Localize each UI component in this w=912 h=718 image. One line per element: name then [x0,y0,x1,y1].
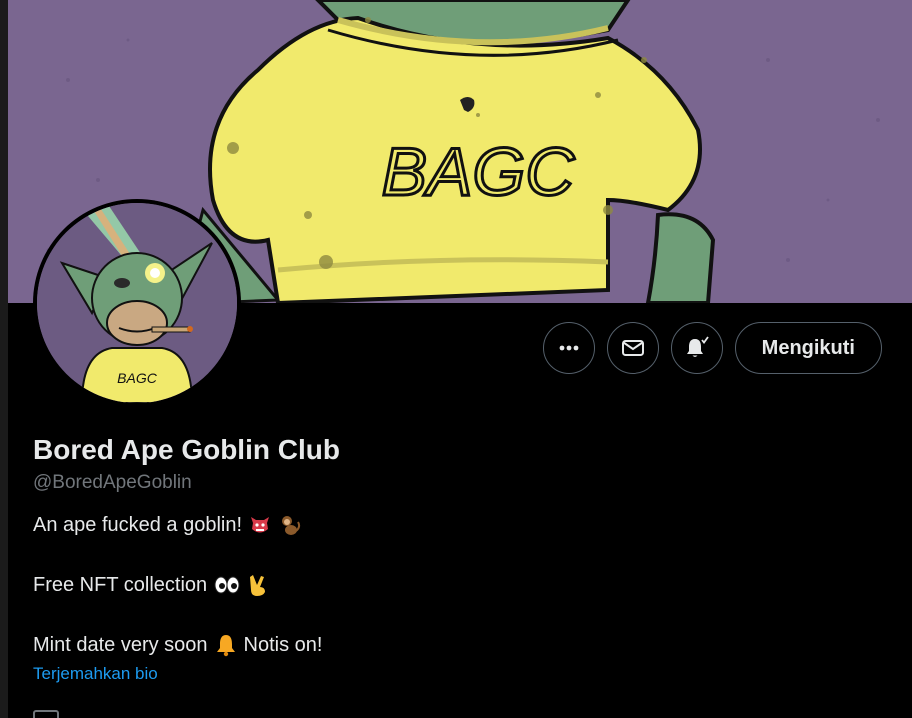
notifications-button[interactable] [670,322,723,374]
display-name: Bored Ape Goblin Club [33,434,340,465]
goblin-emoji-icon [248,513,272,537]
profile-actions: Mengikuti [542,322,882,374]
banner-shirt-text: BAGC [382,134,576,210]
window-edge [0,0,8,718]
avatar[interactable]: BAGC [33,199,241,407]
following-button[interactable]: Mengikuti [734,322,882,374]
following-button-label: Mengikuti [761,336,855,359]
profile-bio: An ape fucked a goblin! Free NFT collect… [33,510,873,660]
avatar-illustration: BAGC [37,203,237,403]
bio-line-3-text-a: Mint date very soon [33,634,208,656]
profile-page: BAGC BAGC Mengikuti Bored Ape Goblin Clu… [0,0,912,718]
bell-emoji-icon [214,633,238,657]
crossed-fingers-emoji-icon [247,573,269,597]
username-handle: @BoredApeGoblin [33,472,192,493]
calendar-icon [33,710,59,718]
translate-bio-link[interactable]: Terjemahkan bio [33,662,158,686]
bio-line-1: An ape fucked a goblin! [33,510,873,540]
profile-info: Bored Ape Goblin Club @BoredApeGoblin An… [33,432,873,686]
more-button[interactable] [542,322,595,374]
bio-line-2-text: Free NFT collection [33,574,208,596]
bio-line-3-text-b: Notis on! [243,634,323,656]
monkey-emoji-icon [278,513,302,537]
bio-line-3: Mint date very soon Notis on! [33,630,873,660]
bio-line-1-text: An ape fucked a goblin! [33,514,243,536]
envelope-icon [621,340,644,356]
avatar-shirt-text: BAGC [117,370,158,386]
eyes-emoji-icon [213,573,241,597]
bell-check-icon [686,336,709,357]
message-button[interactable] [606,322,659,374]
bio-line-2: Free NFT collection [33,570,873,600]
more-icon [559,345,579,351]
